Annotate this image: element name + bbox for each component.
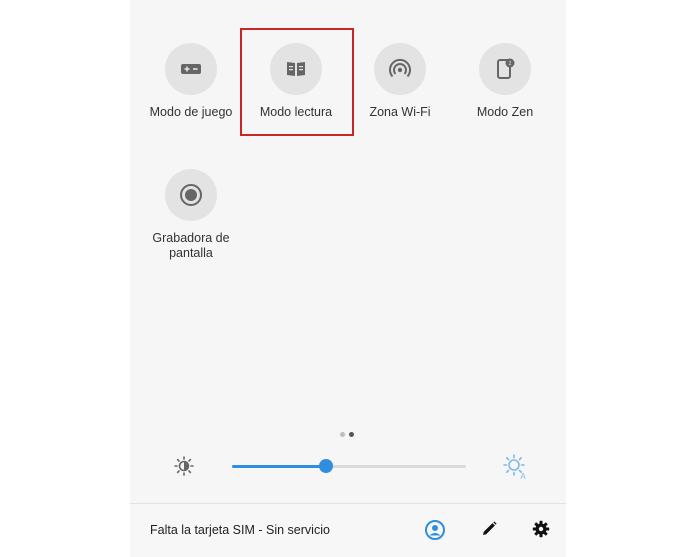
page-dot <box>340 432 345 437</box>
svg-text:z: z <box>509 61 512 67</box>
user-icon[interactable] <box>425 520 445 545</box>
status-bar: Falta la tarjeta SIM - Sin servicio <box>130 503 566 557</box>
tile-label: Modo Zen <box>476 105 534 119</box>
svg-text:A: A <box>520 472 526 480</box>
hotspot-icon <box>374 43 426 95</box>
gamepad-icon <box>165 43 217 95</box>
highlight-frame <box>240 28 354 136</box>
tile-wifi-hotspot[interactable]: Zona Wi-Fi <box>350 43 450 120</box>
tile-label: Modo de juego <box>149 105 233 119</box>
brightness-low-icon[interactable] <box>174 456 194 481</box>
brightness-auto-icon[interactable]: A <box>502 454 528 485</box>
tile-label: Grabadora de pantalla <box>152 231 230 260</box>
page-indicator <box>340 424 358 442</box>
sim-status-text: Falta la tarjeta SIM - Sin servicio <box>150 523 330 537</box>
screen-recorder-icon <box>165 169 217 221</box>
page-dot-active <box>349 432 354 437</box>
tile-screen-recorder[interactable]: Grabadora de pantalla <box>141 169 241 261</box>
settings-icon[interactable] <box>532 520 550 543</box>
tile-game-mode[interactable]: Modo de juego <box>141 43 241 120</box>
tile-zen-mode[interactable]: z Modo Zen <box>455 43 555 120</box>
brightness-slider[interactable] <box>232 459 466 473</box>
brightness-slider-fill <box>232 465 326 468</box>
brightness-slider-thumb[interactable] <box>318 459 333 473</box>
zen-icon: z <box>479 43 531 95</box>
tile-label: Zona Wi-Fi <box>369 105 431 119</box>
edit-icon[interactable] <box>480 520 498 543</box>
